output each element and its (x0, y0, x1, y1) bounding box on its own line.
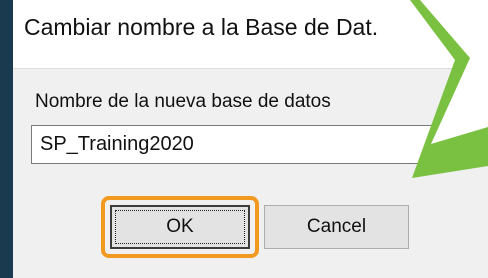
dialog-titlebar: Cambiar nombre a la Base de Dat. (13, 0, 488, 69)
new-name-label: Nombre de la nueva base de datos (35, 91, 331, 112)
ok-button[interactable]: OK (110, 205, 250, 249)
new-name-input[interactable] (31, 125, 461, 164)
cancel-button[interactable]: Cancel (264, 205, 409, 249)
background-edge (0, 0, 13, 278)
dialog-title: Cambiar nombre a la Base de Dat. (24, 14, 379, 40)
rename-database-dialog: Cambiar nombre a la Base de Dat. Nombre … (13, 0, 488, 278)
